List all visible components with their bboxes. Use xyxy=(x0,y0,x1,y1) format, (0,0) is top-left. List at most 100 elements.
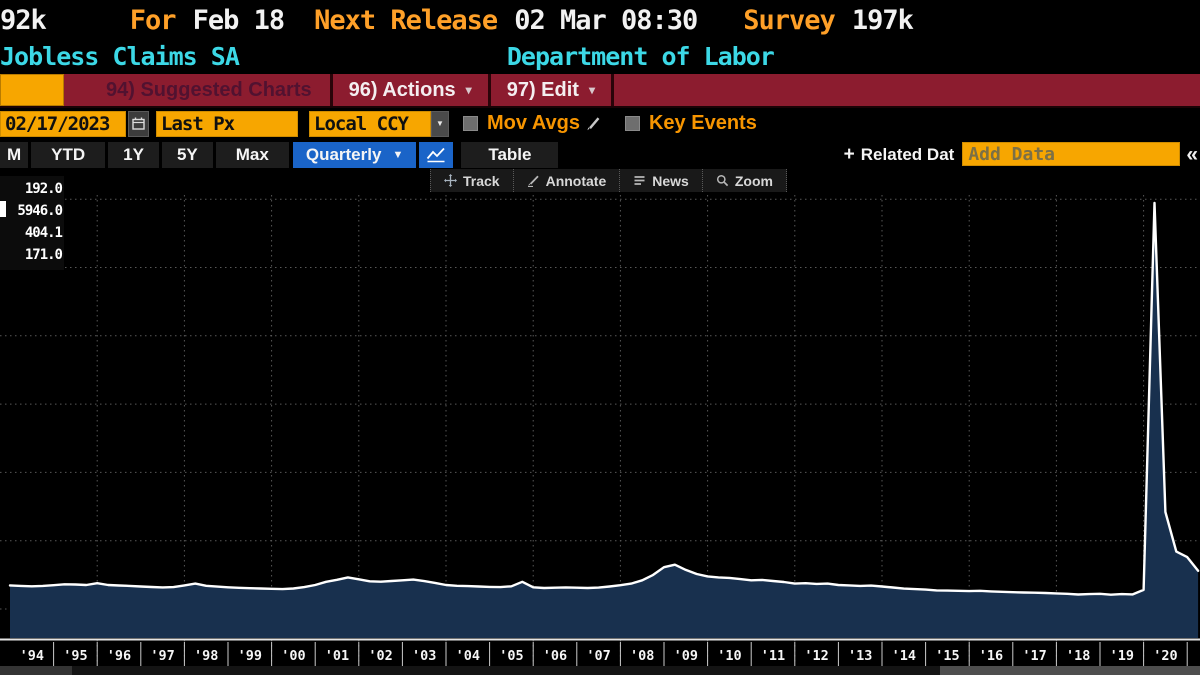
calendar-icon xyxy=(132,117,145,130)
annotate-icon xyxy=(527,174,540,187)
legend-value: 5946.0 xyxy=(0,200,62,222)
pencil-icon[interactable] xyxy=(585,115,602,132)
track-icon xyxy=(444,174,457,187)
chart-legend: 192.05946.0404.1171.0 xyxy=(0,176,64,270)
currency-value: Local CCY xyxy=(314,113,408,135)
svg-text:'97: '97 xyxy=(150,648,174,664)
chevron-down-icon: ▾ xyxy=(589,83,595,97)
suggested-charts-label: 94) Suggested Charts xyxy=(106,79,312,102)
header-row-secondary: Jobless Claims SA Department of Labor xyxy=(0,40,1200,72)
svg-text:'20: '20 xyxy=(1153,648,1177,664)
add-data-input[interactable] xyxy=(962,142,1180,166)
annotate-button[interactable]: Annotate xyxy=(513,169,620,192)
key-events-label: Key Events xyxy=(649,112,757,135)
svg-text:'03: '03 xyxy=(412,648,436,664)
legend-value: 171.0 xyxy=(0,244,62,266)
related-data-label: Related Dat xyxy=(861,145,955,165)
next-release-value: 02 Mar 08:30 xyxy=(514,5,697,36)
svg-text:'12: '12 xyxy=(804,648,828,664)
plus-icon: + xyxy=(844,144,855,166)
track-label: Track xyxy=(463,173,500,189)
horizontal-scrollbar[interactable] xyxy=(0,666,1200,675)
key-events-checkbox[interactable] xyxy=(625,116,640,131)
last-big-value: 92k xyxy=(0,5,46,36)
edit-button[interactable]: 97) Edit ▾ xyxy=(491,74,614,106)
svg-text:'16: '16 xyxy=(979,648,1003,664)
chevron-down-icon: ▼ xyxy=(392,149,403,161)
date-value: 02/17/2023 xyxy=(5,113,109,135)
menubar-orange-block[interactable] xyxy=(0,74,64,106)
range-tab-max[interactable]: Max xyxy=(216,142,289,168)
svg-text:'01: '01 xyxy=(325,648,349,664)
svg-text:'13: '13 xyxy=(848,648,872,664)
range-tab-5y[interactable]: 5Y xyxy=(162,142,213,168)
period-dropdown[interactable]: Quarterly ▼ xyxy=(293,142,416,168)
mov-avgs-checkbox[interactable] xyxy=(463,116,478,131)
security-name: Jobless Claims SA xyxy=(0,42,239,71)
table-tab-label: Table xyxy=(488,145,531,165)
actions-button[interactable]: 96) Actions ▾ xyxy=(333,74,491,106)
chart-type-tab[interactable] xyxy=(419,142,453,168)
period-label: Quarterly xyxy=(306,145,382,165)
price-field-input[interactable]: Last Px xyxy=(156,111,298,137)
range-tab-ytd[interactable]: YTD xyxy=(31,142,105,168)
svg-text:'02: '02 xyxy=(368,648,392,664)
svg-text:'19: '19 xyxy=(1110,648,1134,664)
track-button[interactable]: Track xyxy=(430,169,513,192)
range-row: MYTD1Y5YMax Quarterly ▼ Table + Related … xyxy=(0,142,1200,168)
svg-text:'94: '94 xyxy=(20,648,44,664)
date-input[interactable]: 02/17/2023 xyxy=(0,111,126,137)
svg-text:'14: '14 xyxy=(892,648,916,664)
mov-avgs-label: Mov Avgs xyxy=(487,112,580,135)
svg-text:'17: '17 xyxy=(1022,648,1046,664)
svg-text:'15: '15 xyxy=(935,648,959,664)
high-marker-tag xyxy=(0,201,6,217)
edit-label: 97) Edit xyxy=(507,79,579,102)
related-data-button[interactable]: + Related Dat xyxy=(844,142,955,168)
chart-toolbar: Track Annotate News Zoom xyxy=(430,169,787,192)
currency-dropdown-button[interactable]: ▼ xyxy=(431,111,449,137)
calendar-button[interactable] xyxy=(128,111,149,137)
svg-text:'98: '98 xyxy=(194,648,218,664)
chevron-down-icon: ▼ xyxy=(436,119,444,128)
svg-text:'08: '08 xyxy=(630,648,654,664)
news-button[interactable]: News xyxy=(619,169,702,192)
suggested-charts-button[interactable]: 94) Suggested Charts xyxy=(84,74,333,106)
for-date: Feb 18 xyxy=(193,5,285,36)
range-tab-1y[interactable]: 1Y xyxy=(108,142,159,168)
zoom-label: Zoom xyxy=(735,173,773,189)
svg-text:'05: '05 xyxy=(499,648,523,664)
scrollbar-left-segment[interactable] xyxy=(0,666,72,675)
svg-text:'11: '11 xyxy=(761,648,785,664)
zoom-icon xyxy=(716,174,729,187)
svg-text:'09: '09 xyxy=(674,648,698,664)
menubar: 94) Suggested Charts 96) Actions ▾ 97) E… xyxy=(0,74,1200,108)
table-tab[interactable]: Table xyxy=(461,142,558,168)
zoom-button[interactable]: Zoom xyxy=(702,169,787,192)
for-label: For xyxy=(130,5,176,36)
data-source: Department of Labor xyxy=(507,42,774,71)
range-tabs: MYTD1Y5YMax xyxy=(0,142,292,168)
legend-value: 192.0 xyxy=(0,178,62,200)
news-label: News xyxy=(652,173,689,189)
survey-value: 197k xyxy=(852,5,913,36)
svg-text:'96: '96 xyxy=(107,648,131,664)
annotate-label: Annotate xyxy=(546,173,607,189)
svg-text:'18: '18 xyxy=(1066,648,1090,664)
svg-text:'00: '00 xyxy=(281,648,305,664)
chevron-down-icon: ▾ xyxy=(466,83,472,97)
svg-text:'04: '04 xyxy=(456,648,480,664)
currency-input[interactable]: Local CCY xyxy=(309,111,431,137)
svg-text:'06: '06 xyxy=(543,648,567,664)
svg-text:'07: '07 xyxy=(586,648,610,664)
svg-text:'95: '95 xyxy=(63,648,87,664)
line-chart-icon xyxy=(425,147,447,163)
collapse-chevrons[interactable]: « xyxy=(1186,142,1198,168)
settings-row: 02/17/2023 Last Px Local CCY ▼ Mov Avgs … xyxy=(0,107,1200,140)
survey-label: Survey xyxy=(743,5,835,36)
next-release-label: Next Release xyxy=(314,5,497,36)
actions-label: 96) Actions xyxy=(349,79,456,102)
scrollbar-thumb[interactable] xyxy=(940,666,1200,675)
range-tab-m[interactable]: M xyxy=(0,142,28,168)
news-icon xyxy=(633,174,646,187)
